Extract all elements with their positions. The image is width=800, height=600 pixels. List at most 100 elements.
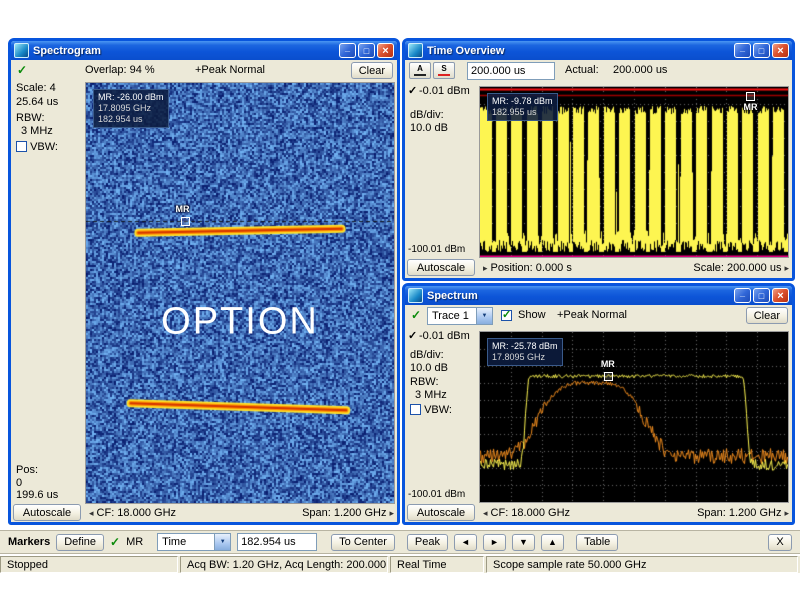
maximize-button[interactable]: □ <box>753 43 770 58</box>
acquisition-info: Acq BW: 1.20 GHz, Acq Length: 200.000 us <box>187 559 388 571</box>
close-button[interactable]: × <box>377 43 394 58</box>
marker-label: MR <box>176 204 190 214</box>
minimize-button[interactable]: _ <box>734 288 751 303</box>
close-button[interactable]: × <box>772 288 789 303</box>
pan-right-icon[interactable]: ▸ <box>784 263 789 274</box>
dropdown-icon: ▼ <box>476 308 492 324</box>
acquisition-mode: Real Time <box>397 559 447 571</box>
maximize-button[interactable]: □ <box>358 43 375 58</box>
trace-select[interactable]: Trace 1 ▼ <box>427 307 493 325</box>
spectrum-plot[interactable]: MR: -25.78 dBm 17.8095 GHz MR <box>479 331 789 503</box>
sample-rate-cell: Scope sample rate 50.000 GHz <box>486 556 798 573</box>
markers-close-button[interactable]: X <box>768 534 792 551</box>
minimize-icon: _ <box>740 43 745 53</box>
marker-label: MR <box>744 102 758 112</box>
minimize-button[interactable]: _ <box>734 43 751 58</box>
spectrogram-titlebar[interactable]: Spectrogram _ □ × <box>11 41 397 60</box>
maximize-icon: □ <box>759 291 764 301</box>
acquisition-cell: Acq BW: 1.20 GHz, Acq Length: 200.000 us <box>180 556 388 573</box>
actual-value: 200.000 us <box>613 64 667 76</box>
detector-mode-label: +Peak Normal <box>195 64 265 76</box>
window-icon <box>408 288 423 303</box>
vbw-checkbox[interactable] <box>16 141 27 152</box>
spectrogram-window: Spectrogram _ □ × ✓ Overlap: 94 % +Peak … <box>8 38 400 525</box>
peak-button[interactable]: Peak <box>407 534 448 551</box>
clear-button[interactable]: Clear <box>351 62 393 79</box>
peak-left-button[interactable]: ◄ <box>454 534 477 551</box>
dbdiv-label: dB/div: <box>410 349 444 361</box>
marker-enabled-check-icon[interactable]: ✓ <box>110 536 120 548</box>
rbw-label: RBW: <box>410 376 439 388</box>
marker-handle[interactable] <box>746 92 755 101</box>
to-center-button[interactable]: To Center <box>331 534 395 551</box>
pos-value: 0 <box>16 477 22 489</box>
marker-frequency: 17.8095 GHz <box>492 352 558 363</box>
dropdown-icon: ▼ <box>214 534 230 550</box>
maximize-button[interactable]: □ <box>753 288 770 303</box>
spectrum-check-icon[interactable]: ✓ <box>408 330 417 342</box>
bottom-dbm-label: -100.01 dBm <box>408 489 465 500</box>
time-enable-check-icon[interactable]: ✓ <box>408 85 417 97</box>
maximize-icon: □ <box>759 46 764 56</box>
selected-marker-label: MR <box>126 536 143 548</box>
spectrum-s-button[interactable]: S <box>433 62 455 79</box>
time-overview-content: A S Actual: 200.000 us ✓ -0.01 dBm dB/di… <box>405 60 792 278</box>
option-watermark: OPTION <box>86 301 394 344</box>
spectrum-titlebar[interactable]: Spectrum _ □ × <box>405 286 792 305</box>
pan-left-icon[interactable]: ◂ <box>89 508 94 519</box>
vbw-label: VBW: <box>424 404 452 416</box>
pos-time-value: 199.6 us <box>16 489 58 501</box>
peak-higher-button[interactable]: ▲ <box>541 534 564 551</box>
top-dbm-label: -0.01 dBm <box>419 85 470 97</box>
scale-value: 25.64 us <box>16 96 58 108</box>
marker-position-input[interactable] <box>237 533 317 551</box>
define-button[interactable]: Define <box>56 534 104 551</box>
vbw-checkbox[interactable] <box>410 404 421 415</box>
show-label: Show <box>518 309 546 321</box>
time-overview-plot[interactable]: MR: -9.78 dBm 182.955 us MR <box>479 86 789 258</box>
minimize-button[interactable]: _ <box>339 43 356 58</box>
spectrum-title: Spectrum <box>427 290 732 302</box>
close-button[interactable]: × <box>772 43 789 58</box>
marker-power: MR: -25.78 dBm <box>492 341 558 352</box>
close-icon: × <box>382 45 388 57</box>
marker-domain-select[interactable]: Time ▼ <box>157 533 231 551</box>
pan-right-icon[interactable]: ▸ <box>784 508 789 519</box>
table-button[interactable]: Table <box>576 534 618 551</box>
minimize-icon: _ <box>740 288 745 298</box>
spectrogram-plot[interactable]: MR: -26.00 dBm 17.8095 GHz 182.954 us MR… <box>85 82 395 504</box>
peak-lower-button[interactable]: ▼ <box>512 534 535 551</box>
peak-right-button[interactable]: ► <box>483 534 506 551</box>
clear-button[interactable]: Clear <box>746 307 788 324</box>
marker-domain-value: Time <box>162 536 186 548</box>
rbw-value: 3 MHz <box>415 389 447 401</box>
dbdiv-value: 10.0 dB <box>410 122 448 134</box>
actual-label: Actual: <box>565 64 599 76</box>
cf-label: CF: 18.000 GHz <box>97 507 176 519</box>
marker-handle[interactable] <box>604 372 613 381</box>
red-underline-icon <box>438 74 450 76</box>
time-overview-window: Time Overview _ □ × A S Actual: 200.000 … <box>402 38 795 281</box>
time-marker-readout: MR: -9.78 dBm 182.955 us <box>487 93 558 121</box>
spectrum-enable-check-icon[interactable]: ✓ <box>411 309 421 321</box>
dbdiv-label: dB/div: <box>410 109 444 121</box>
show-checkbox[interactable]: ✓ <box>501 310 512 321</box>
analysis-a-button[interactable]: A <box>409 62 431 79</box>
minimize-icon: _ <box>345 43 350 53</box>
marker-handle[interactable] <box>181 217 190 226</box>
check-icon: ✓ <box>502 308 511 321</box>
app-background: Spectrogram _ □ × ✓ Overlap: 94 % +Peak … <box>0 0 800 600</box>
pan-right-icon[interactable]: ▸ <box>483 263 488 274</box>
analysis-length-input[interactable] <box>467 62 555 80</box>
pan-right-icon[interactable]: ▸ <box>389 508 394 519</box>
marker-time: 182.954 us <box>98 114 164 125</box>
vbw-label: VBW: <box>30 141 58 153</box>
rbw-value: 3 MHz <box>21 125 53 137</box>
marker-label: MR <box>601 359 615 369</box>
maximize-icon: □ <box>364 46 369 56</box>
spectrogram-enable-check-icon[interactable]: ✓ <box>17 64 27 76</box>
black-underline-icon <box>414 74 426 76</box>
time-overview-titlebar[interactable]: Time Overview _ □ × <box>405 41 792 60</box>
pan-left-icon[interactable]: ◂ <box>483 508 488 519</box>
spectrogram-canvas[interactable] <box>86 83 394 503</box>
